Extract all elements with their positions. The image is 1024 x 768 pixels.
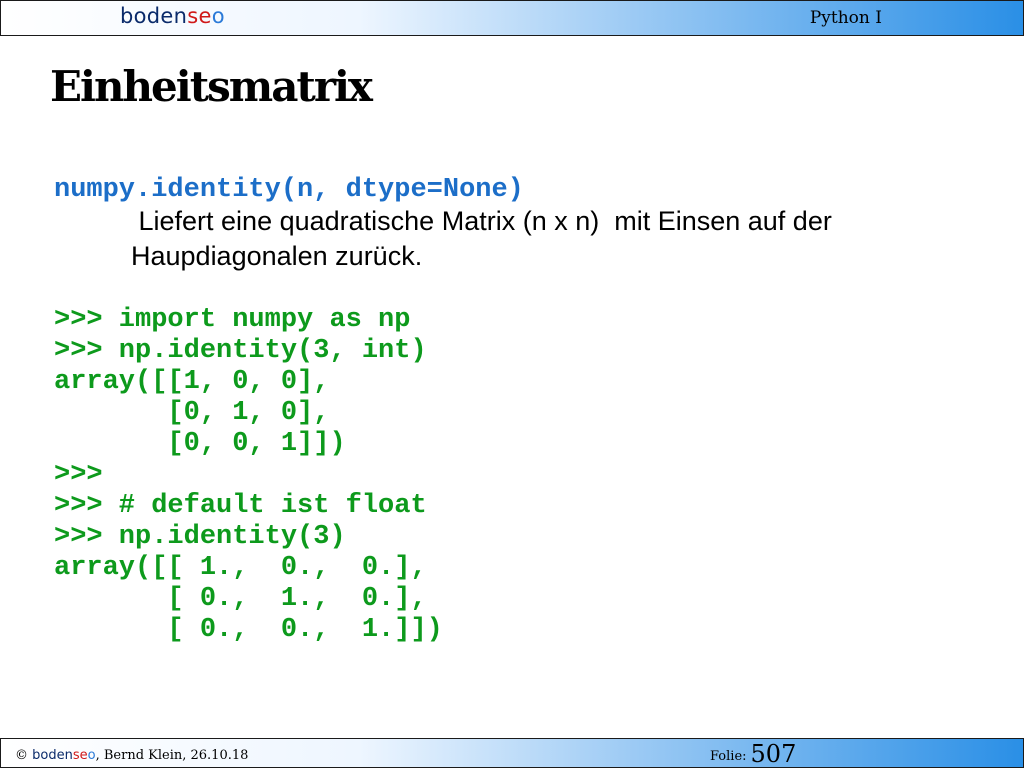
brand-part-1: boden — [120, 4, 188, 28]
code-line: >>> # default ist float — [54, 491, 427, 521]
header-bar: bodenseo Python I — [0, 0, 1024, 36]
copyright-icon: © — [15, 748, 28, 763]
function-signature: numpy.identity(n, dtype=None) — [54, 175, 524, 205]
code-line: array([[ 1., 0., 0.], — [54, 553, 427, 583]
code-line: array([[1, 0, 0], — [54, 367, 330, 397]
footer-brand-part-1: boden — [32, 748, 73, 763]
brand-part-3: o — [211, 4, 225, 28]
description-line: Liefert eine quadratische Matrix (n x n)… — [131, 206, 832, 236]
code-line: [ 0., 0., 1.]]) — [54, 615, 443, 645]
slide-title: Einheitsmatrix — [50, 62, 373, 111]
course-name: Python I — [809, 8, 882, 28]
footer-brand-part-2: se — [72, 748, 88, 763]
code-block: >>> import numpy as np >>> np.identity(3… — [54, 305, 443, 646]
footer-copyright: © bodenseo, Bernd Klein, 26.10.18 — [15, 748, 248, 763]
footer-brand-part-3: o — [87, 748, 96, 763]
folio-label: Folie: — [710, 749, 747, 764]
brand-part-2: se — [187, 4, 212, 28]
code-line: >>> np.identity(3) — [54, 522, 346, 552]
footer-author-date: , Bernd Klein, 26.10.18 — [95, 748, 249, 763]
code-line: [0, 1, 0], — [54, 398, 330, 428]
folio-number: 507 — [750, 740, 797, 768]
code-line: >>> import numpy as np — [54, 305, 411, 335]
code-line: [ 0., 1., 0.], — [54, 584, 427, 614]
description-line: Haupdiagonalen zurück. — [131, 241, 423, 271]
code-line: >>> — [54, 460, 103, 490]
slide-number: Folie: 507 — [710, 740, 796, 768]
code-line: >>> np.identity(3, int) — [54, 336, 427, 366]
brand-logo: bodenseo — [120, 4, 225, 28]
footer-bar: © bodenseo, Bernd Klein, 26.10.18 Folie:… — [0, 738, 1024, 768]
code-line: [0, 0, 1]]) — [54, 429, 346, 459]
function-description: Liefert eine quadratische Matrix (n x n)… — [131, 204, 951, 274]
